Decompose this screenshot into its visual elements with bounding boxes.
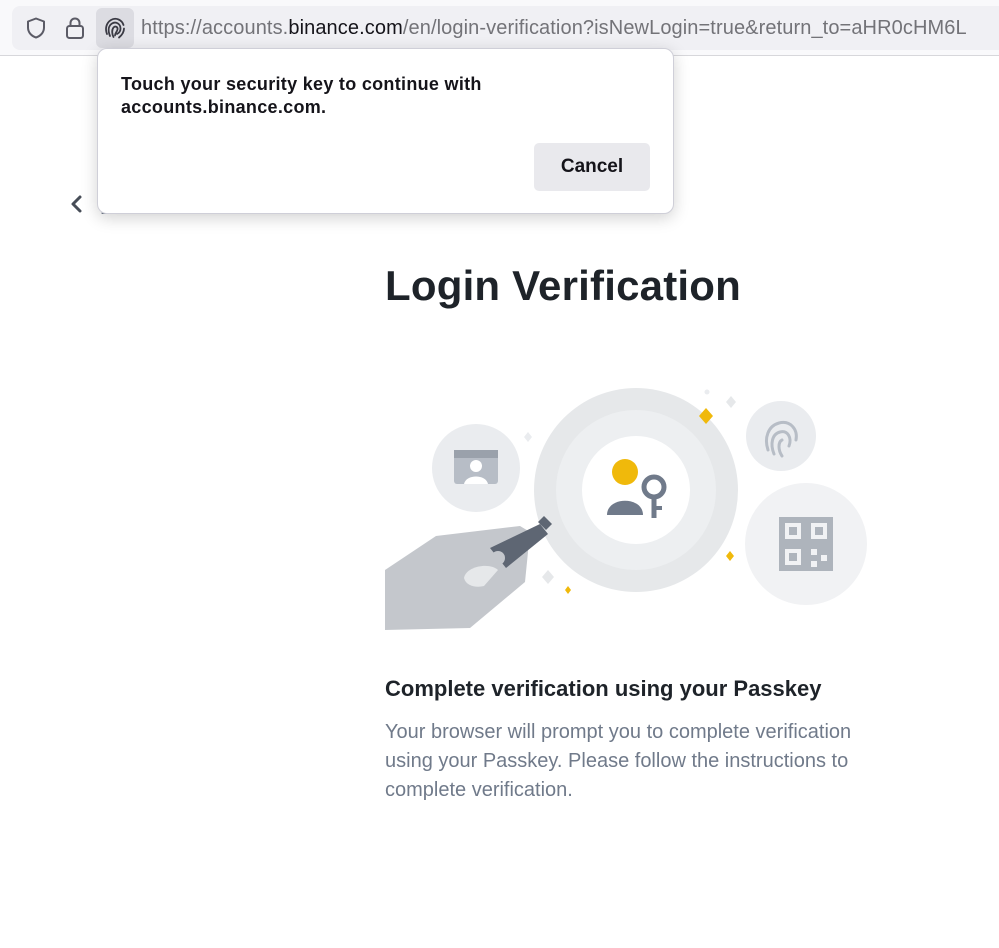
url-text[interactable]: https://accounts.binance.com/en/login-ve…: [141, 6, 967, 50]
url-domain: binance.com: [288, 17, 403, 39]
id-card-icon: [432, 424, 520, 512]
verification-subtitle: Complete verification using your Passkey: [385, 676, 822, 701]
fingerprint-icon[interactable]: [96, 8, 134, 48]
shield-icon[interactable]: [20, 6, 52, 50]
verification-description: Your browser will prompt you to complete…: [385, 721, 852, 801]
fingerprint-illustration-icon: [746, 401, 816, 471]
url-path: /en/login-verification?isNewLogin=true&r…: [402, 17, 967, 39]
url-prefix: https://accounts.: [141, 17, 289, 39]
chevron-left-icon: [68, 192, 86, 221]
qr-code-icon: [745, 483, 867, 605]
popup-message: Touch your security key to continue with…: [121, 74, 482, 117]
address-field[interactable]: https://accounts.binance.com/en/login-ve…: [12, 6, 999, 50]
cancel-button[interactable]: Cancel: [534, 143, 650, 191]
page-title: Login Verification: [385, 262, 741, 309]
security-key-popup: Touch your security key to continue with…: [97, 48, 674, 214]
hand-security-key-icon: [385, 516, 552, 630]
passkey-illustration: [385, 388, 867, 630]
lock-icon[interactable]: [60, 6, 90, 50]
